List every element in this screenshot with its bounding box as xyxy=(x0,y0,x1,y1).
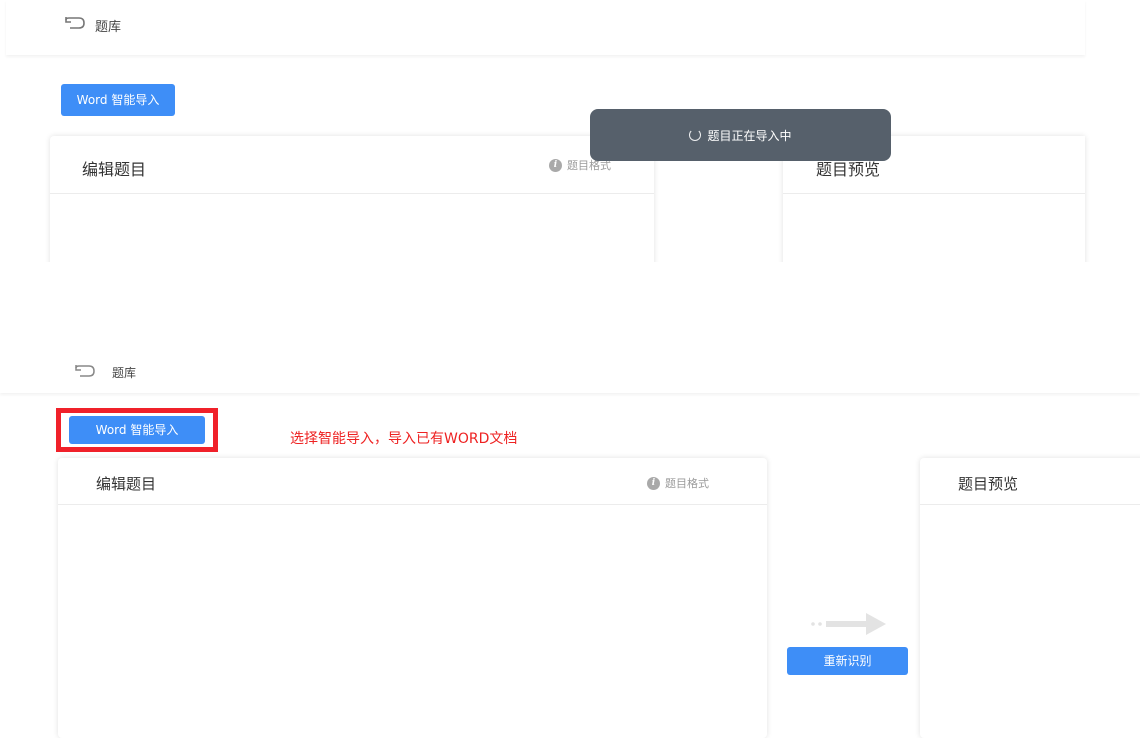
top-header xyxy=(6,0,1085,55)
editor-title: 编辑题目 xyxy=(82,160,147,179)
arrow-right-icon xyxy=(810,611,886,637)
preview-panel xyxy=(920,458,1140,738)
loading-toast: 题目正在导入中 xyxy=(590,109,891,161)
preview-divider xyxy=(920,504,1140,505)
back-arrow-icon[interactable] xyxy=(62,14,86,30)
info-icon: i xyxy=(549,158,562,172)
annotation-text: 选择智能导入，导入已有WORD文档 xyxy=(290,431,518,447)
spinner-icon xyxy=(689,129,702,141)
toast-text: 题目正在导入中 xyxy=(707,128,792,143)
info-icon: i xyxy=(647,476,660,490)
preview-divider xyxy=(783,193,1085,194)
preview-title: 题目预览 xyxy=(958,475,1019,493)
bottom-screenshot: 题库 Word 智能导入 选择智能导入，导入已有WORD文档 编辑题目 i 题目… xyxy=(0,340,1140,738)
word-import-button[interactable]: Word 智能导入 xyxy=(61,84,175,116)
editor-divider xyxy=(50,193,654,194)
format-label: 题目格式 xyxy=(665,477,709,490)
crop-mask xyxy=(0,262,1140,332)
bottom-header xyxy=(0,340,1140,393)
breadcrumb[interactable]: 题库 xyxy=(95,16,121,35)
top-screenshot: 题库 Word 智能导入 编辑题目 i 题目格式 题目预览 题目正在导入中 xyxy=(0,0,1140,332)
re-recognize-button[interactable]: 重新识别 xyxy=(787,647,908,675)
back-arrow-icon[interactable] xyxy=(72,362,96,378)
editor-panel xyxy=(58,458,767,738)
editor-divider xyxy=(58,504,767,505)
format-link[interactable]: i 题目格式 xyxy=(647,475,709,491)
editor-title: 编辑题目 xyxy=(96,475,157,493)
word-import-button[interactable]: Word 智能导入 xyxy=(69,416,205,444)
breadcrumb[interactable]: 题库 xyxy=(112,364,136,381)
